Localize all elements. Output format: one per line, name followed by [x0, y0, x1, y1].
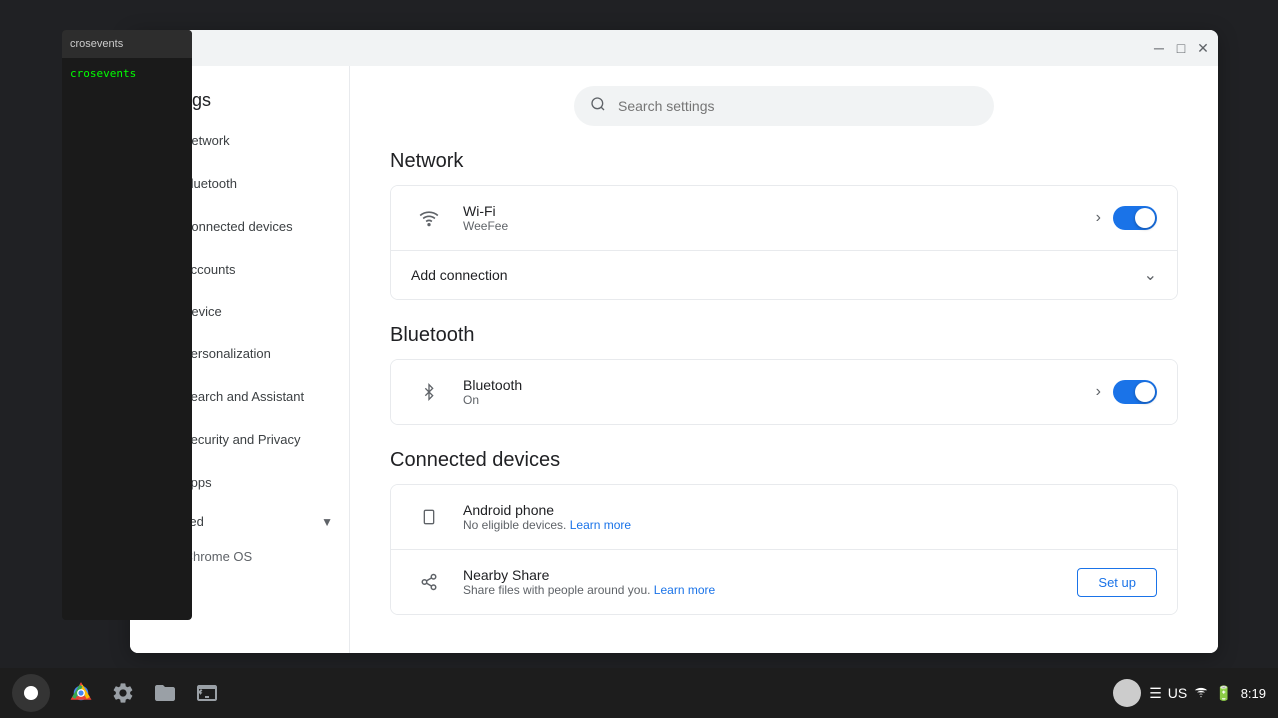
taskbar: ☰ US 🔋 8:19	[0, 668, 1278, 718]
search-input[interactable]	[618, 98, 978, 114]
android-phone-name: Android phone	[463, 502, 1157, 518]
android-phone-icon	[411, 499, 447, 535]
taskbar-left	[12, 674, 226, 712]
search-bar-container	[390, 86, 1178, 126]
terminal-title: crosevents	[70, 38, 123, 50]
minimize-button[interactable]: ─	[1152, 41, 1166, 55]
wifi-ssid: WeeFee	[463, 219, 1096, 233]
add-connection-row[interactable]: Add connection ⌄	[391, 251, 1177, 299]
nearby-share-text: Nearby Share Share files with people aro…	[463, 567, 1077, 597]
connected-devices-section-card: Android phone No eligible devices. Learn…	[390, 484, 1178, 615]
terminal-window: crosevents crosevents	[62, 30, 192, 620]
tray-avatar[interactable]	[1113, 679, 1141, 707]
wifi-chevron-icon: ›	[1096, 209, 1101, 227]
wifi-right: ›	[1096, 206, 1157, 230]
add-connection-right: ⌄	[1144, 265, 1157, 285]
taskbar-chrome[interactable]	[62, 674, 100, 712]
nearby-share-row[interactable]: Nearby Share Share files with people aro…	[391, 550, 1177, 614]
settings-window: ─ □ ✕ Settings Network	[130, 30, 1218, 653]
nearby-share-subtitle: Share files with people around you. Lear…	[463, 583, 1077, 597]
terminal-text: crosevents	[70, 67, 136, 80]
taskbar-tray: ☰ US 🔋	[1149, 685, 1232, 702]
add-connection-label: Add connection	[411, 267, 1144, 283]
bluetooth-text: Bluetooth On	[463, 377, 1096, 407]
tray-wifi-icon	[1193, 685, 1209, 702]
advanced-arrow-icon: ▼	[321, 515, 333, 529]
taskbar-terminal[interactable]	[188, 674, 226, 712]
wifi-toggle-knob	[1135, 208, 1155, 228]
window-titlebar: ─ □ ✕	[130, 30, 1218, 66]
wifi-row[interactable]: Wi-Fi WeeFee ›	[391, 186, 1177, 251]
terminal-content: crosevents	[62, 58, 192, 89]
bluetooth-status: On	[463, 393, 1096, 407]
launcher-icon	[24, 686, 38, 700]
taskbar-files[interactable]	[146, 674, 184, 712]
nearby-share-name: Nearby Share	[463, 567, 1077, 583]
taskbar-time: 8:19	[1241, 686, 1266, 701]
tray-network-label: US	[1168, 685, 1187, 701]
wifi-icon	[411, 200, 447, 236]
taskbar-right: ☰ US 🔋 8:19	[1113, 679, 1266, 707]
terminal-titlebar: crosevents	[62, 30, 192, 58]
bluetooth-row[interactable]: Bluetooth On ›	[391, 360, 1177, 424]
settings-body: Settings Network	[130, 66, 1218, 653]
add-connection-chevron-icon: ⌄	[1144, 265, 1157, 285]
bluetooth-chevron-icon: ›	[1096, 383, 1101, 401]
android-phone-text: Android phone No eligible devices. Learn…	[463, 502, 1157, 532]
nearby-share-learn-more[interactable]: Learn more	[654, 583, 715, 597]
nearby-share-setup-button[interactable]: Set up	[1077, 568, 1157, 597]
search-bar	[574, 86, 994, 126]
bluetooth-row-icon	[411, 374, 447, 410]
android-phone-row[interactable]: Android phone No eligible devices. Learn…	[391, 485, 1177, 550]
tray-menu-icon[interactable]: ☰	[1149, 685, 1162, 702]
android-phone-subtitle: No eligible devices. Learn more	[463, 518, 1157, 532]
tray-battery-icon: 🔋	[1215, 685, 1232, 702]
bluetooth-toggle-knob	[1135, 382, 1155, 402]
network-section-card: Wi-Fi WeeFee › Add connection	[390, 185, 1178, 300]
bluetooth-name: Bluetooth	[463, 377, 1096, 393]
nearby-share-right: Set up	[1077, 568, 1157, 597]
nearby-share-icon	[411, 564, 447, 600]
search-icon	[590, 96, 606, 117]
wifi-toggle[interactable]	[1113, 206, 1157, 230]
launcher-button[interactable]	[12, 674, 50, 712]
network-section-title: Network	[390, 150, 1178, 173]
sidebar-connected-devices-label: Connected devices	[182, 219, 293, 234]
bluetooth-section-title: Bluetooth	[390, 324, 1178, 347]
sidebar-search-assistant-label: Search and Assistant	[182, 389, 304, 404]
main-content: Network Wi-Fi WeeFee	[350, 66, 1218, 653]
sidebar-security-privacy-label: Security and Privacy	[182, 432, 301, 447]
close-button[interactable]: ✕	[1196, 41, 1210, 55]
android-phone-learn-more[interactable]: Learn more	[570, 518, 631, 532]
bluetooth-section-card: Bluetooth On ›	[390, 359, 1178, 425]
sidebar-personalization-label: Personalization	[182, 346, 271, 361]
maximize-button[interactable]: □	[1174, 41, 1188, 55]
wifi-text: Wi-Fi WeeFee	[463, 203, 1096, 233]
connected-devices-section-title: Connected devices	[390, 449, 1178, 472]
add-connection-text: Add connection	[411, 267, 1144, 283]
taskbar-settings[interactable]	[104, 674, 142, 712]
bluetooth-toggle[interactable]	[1113, 380, 1157, 404]
wifi-name: Wi-Fi	[463, 203, 1096, 219]
bluetooth-right: ›	[1096, 380, 1157, 404]
